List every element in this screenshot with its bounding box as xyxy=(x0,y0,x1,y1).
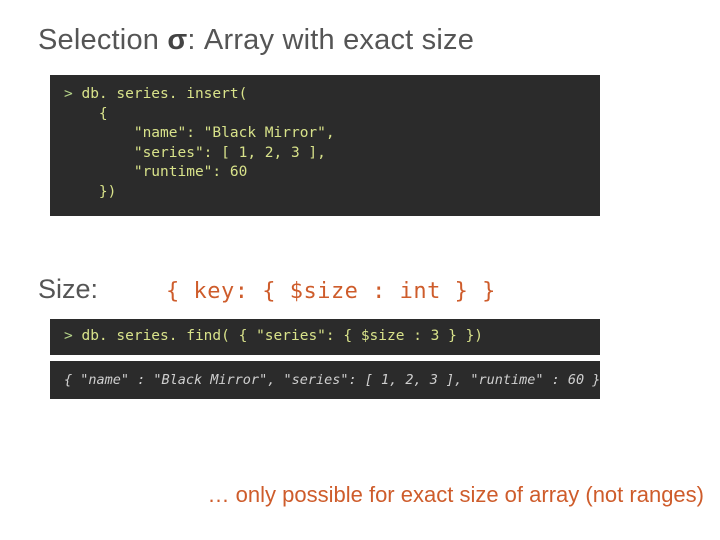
prompt-symbol: > xyxy=(64,86,73,102)
find-command: db. series. find( { "series": { $size : … xyxy=(81,328,483,344)
code-line: "runtime": 60 xyxy=(64,164,247,180)
page-title: Selection σ: Array with exact size xyxy=(38,24,682,57)
prompt-symbol: > xyxy=(64,328,73,344)
title-post: : Array with exact size xyxy=(187,24,474,56)
size-row: Size: { key: { $size : int } } xyxy=(38,274,682,305)
code-line: "name": "Black Mirror", xyxy=(64,125,335,141)
result-block: { "name" : "Black Mirror", "series": [ 1… xyxy=(50,361,600,399)
footnote: … only possible for exact size of array … xyxy=(208,482,704,508)
slide: Selection σ: Array with exact size > db.… xyxy=(0,0,720,540)
title-pre: Selection xyxy=(38,24,167,56)
size-label: Size: xyxy=(38,274,166,305)
insert-command: db. series. insert( xyxy=(81,86,247,102)
result-line: { "name" : "Black Mirror", "series": [ 1… xyxy=(64,372,600,388)
sigma-symbol: σ xyxy=(167,24,187,56)
code-block-find: > db. series. find( { "series": { $size … xyxy=(50,319,600,355)
size-expression: { key: { $size : int } } xyxy=(166,279,496,304)
code-line: }) xyxy=(64,184,116,200)
code-line: "series": [ 1, 2, 3 ], xyxy=(64,145,326,161)
code-block-insert: > db. series. insert( { "name": "Black M… xyxy=(50,75,600,216)
code-line: { xyxy=(64,106,108,122)
